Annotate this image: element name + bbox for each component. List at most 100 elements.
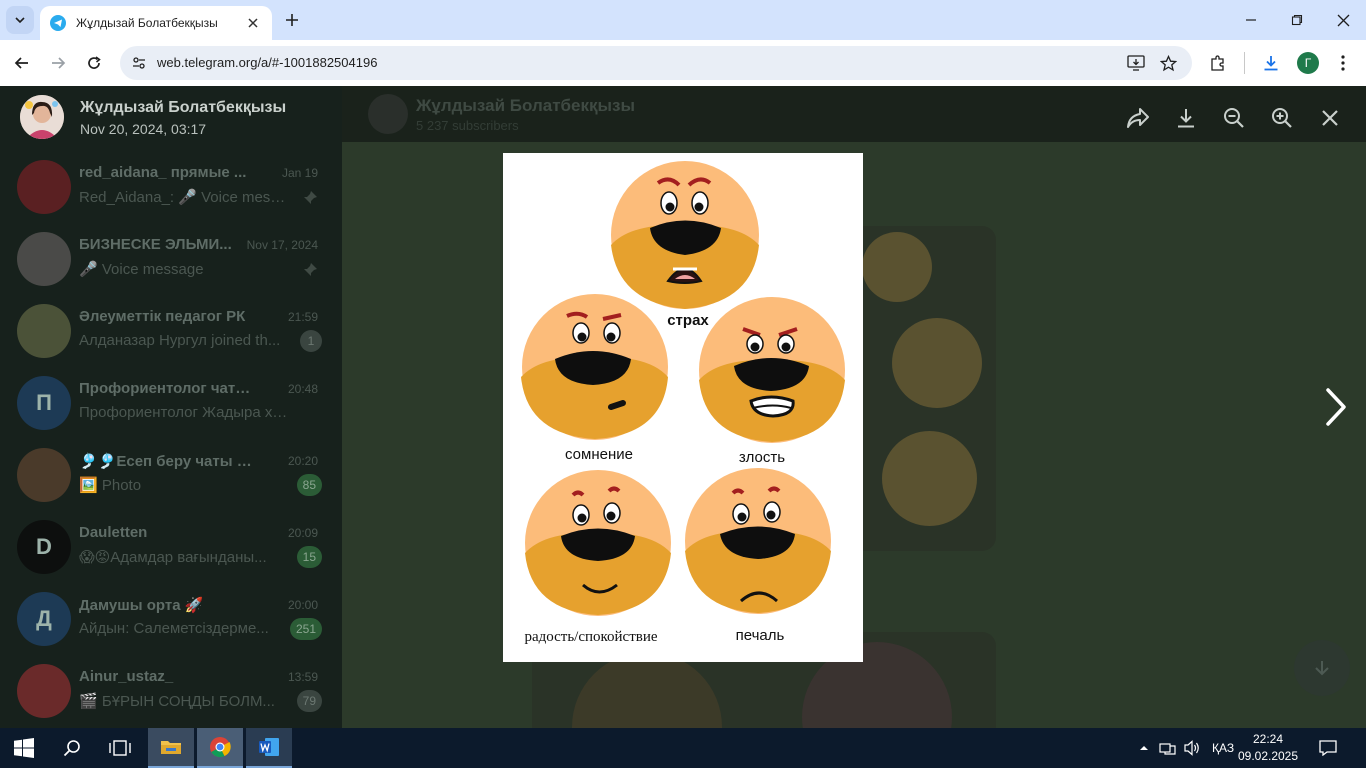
chat-avatar <box>17 448 71 502</box>
start-button[interactable] <box>0 728 48 768</box>
chrome-icon <box>210 737 231 758</box>
task-view-button[interactable] <box>96 728 144 768</box>
search-icon <box>63 740 80 757</box>
close-viewer-button[interactable] <box>1317 105 1343 131</box>
chat-avatar <box>17 160 71 214</box>
word-app[interactable] <box>246 728 292 768</box>
site-info-icon[interactable] <box>128 52 150 74</box>
media-photo[interactable]: страх сомнение злость радость/спокойстви… <box>503 153 863 662</box>
unread-badge: 85 <box>296 474 322 496</box>
tab-search-button[interactable] <box>6 6 34 34</box>
chat-name: 🎐🎐Есеп беру чаты 🎐 <box>79 453 254 470</box>
reload-button[interactable] <box>81 50 107 76</box>
chat-list-item[interactable]: БИЗНЕСКЕ ЭЛЬМИ... Nov 17, 2024 🎤 Voice mes… <box>0 222 342 294</box>
chat-last-message: Профориентолог Жадыра хан... <box>79 404 289 421</box>
restore-button[interactable] <box>1274 0 1320 40</box>
arrow-right-icon <box>52 57 66 69</box>
download-button[interactable] <box>1173 105 1199 131</box>
task-view-icon <box>109 740 131 756</box>
telegram-icon <box>50 15 66 31</box>
share-forward-icon <box>1127 108 1149 128</box>
close-icon <box>248 18 258 28</box>
network-button[interactable] <box>1156 728 1180 768</box>
pin-icon <box>304 191 317 204</box>
tab-title: Жұлдызай Болатбекқызы <box>76 16 218 30</box>
browser-tabstrip: Жұлдызай Болатбекқызы <box>0 0 1366 40</box>
chrome-app[interactable] <box>197 728 243 768</box>
volume-button[interactable] <box>1180 728 1204 768</box>
close-window-button[interactable] <box>1320 0 1366 40</box>
chat-list-item[interactable]: Ainur_ustaz_ 13:59 🎬 БҰРЫН СОҢДЫ БОЛМ... 79 <box>0 654 342 726</box>
url-text[interactable]: web.telegram.org/a/#-1001882504196 <box>157 55 377 70</box>
doubt-face <box>521 294 668 440</box>
chat-list-item[interactable]: Әлеуметтік педагог РК 21:59 Алданазар Нург… <box>0 294 342 366</box>
chat-list-item[interactable]: Д Дамушы орта 🚀 20:00 Айдын: Салеметсіздерм… <box>0 582 342 654</box>
download-icon <box>1178 109 1194 128</box>
search-button[interactable] <box>48 728 96 768</box>
chat-list-item[interactable]: 🎐🎐Есеп беру чаты 🎐 20:20 🖼️ Photo 85 <box>0 438 342 510</box>
zoom-out-button[interactable] <box>1221 105 1247 131</box>
scroll-to-bottom-button[interactable] <box>1294 640 1350 696</box>
chat-list-item[interactable]: D Dauletten 20:09 😱😡Адамдар вағынданы... 15 <box>0 510 342 582</box>
restore-icon <box>1291 14 1303 26</box>
chat-avatar: D <box>17 520 71 574</box>
chat-time: Nov 17, 2024 <box>246 238 318 252</box>
browser-tab[interactable]: Жұлдызай Болатбекқызы <box>40 6 272 40</box>
minimize-button[interactable] <box>1228 0 1274 40</box>
minimize-icon <box>1246 19 1256 21</box>
sticker-face <box>892 318 982 408</box>
next-media-button[interactable] <box>1322 386 1350 428</box>
chat-time: 20:48 <box>287 382 318 396</box>
browser-menu-button[interactable] <box>1332 52 1354 74</box>
browser-toolbar: web.telegram.org/a/#-1001882504196 Г <box>0 40 1366 86</box>
input-language[interactable]: ҚАЗ <box>1212 741 1234 755</box>
chat-name: red_aidana_ прямые ... <box>79 164 247 181</box>
chat-list-item[interactable]: П Профориентолог чат "Фо... 20:48 Профориен… <box>0 366 342 438</box>
tab-close-button[interactable] <box>244 14 262 32</box>
chat-time: 20:09 <box>287 526 318 540</box>
chat-time: 20:20 <box>287 454 318 468</box>
system-clock[interactable]: 22:24 09.02.2025 <box>1236 731 1300 765</box>
chat-avatar <box>17 664 71 718</box>
profile-avatar[interactable]: Г <box>1297 52 1319 74</box>
address-bar[interactable]: web.telegram.org/a/#-1001882504196 <box>120 46 1192 80</box>
chat-time: Jan 19 <box>281 166 318 180</box>
file-explorer-app[interactable] <box>148 728 194 768</box>
sticker-face <box>882 431 977 526</box>
forward-button[interactable] <box>1125 105 1151 131</box>
chat-last-message: Алданазар Нургул joined th... <box>79 332 281 349</box>
toolbar-separator <box>1244 52 1245 74</box>
zoom-in-button[interactable] <box>1269 105 1295 131</box>
more-vertical-icon <box>1341 55 1345 71</box>
extensions-button[interactable] <box>1207 52 1229 74</box>
new-tab-button[interactable] <box>282 10 302 30</box>
forward-button[interactable] <box>45 50 71 76</box>
chat-name: Dauletten <box>79 524 148 541</box>
chat-name: Ainur_ustaz_ <box>79 668 174 685</box>
chat-last-message: Red_Aidana_: 🎤 Voice mess... <box>79 189 289 206</box>
emotions-illustration: страх сомнение злость радость/спокойстви… <box>521 161 845 645</box>
zoom-in-icon <box>1272 108 1292 128</box>
notifications-button[interactable] <box>1306 728 1350 768</box>
install-app-icon[interactable] <box>1126 53 1146 73</box>
notification-icon <box>1319 740 1337 756</box>
windows-taskbar: ҚАЗ 22:24 09.02.2025 <box>0 728 1366 768</box>
close-icon <box>1337 14 1349 26</box>
label-fear: страх <box>667 312 709 329</box>
downloads-button[interactable] <box>1260 52 1282 74</box>
chat-list-item[interactable]: red_aidana_ прямые ... Jan 19 Red_Aidana_:… <box>0 150 342 222</box>
label-doubt: сомнение <box>565 446 633 463</box>
tray-overflow-button[interactable] <box>1132 728 1156 768</box>
zoom-out-icon <box>1224 108 1244 128</box>
chat-last-message: 🎤 Voice message <box>79 261 204 278</box>
sender-avatar[interactable] <box>20 95 64 139</box>
back-button[interactable] <box>9 50 35 76</box>
label-anger: злость <box>739 449 785 466</box>
sender-name[interactable]: Жұлдызай Болатбекқызы <box>80 99 286 117</box>
sticker-face <box>572 652 722 728</box>
bookmark-star-icon[interactable] <box>1158 53 1178 73</box>
clock-date: 09.02.2025 <box>1237 749 1299 763</box>
chat-name: Дамушы орта 🚀 <box>79 597 204 614</box>
chat-name: БИЗНЕСКЕ ЭЛЬМИ... <box>79 236 232 253</box>
label-sadness: печаль <box>736 627 785 644</box>
